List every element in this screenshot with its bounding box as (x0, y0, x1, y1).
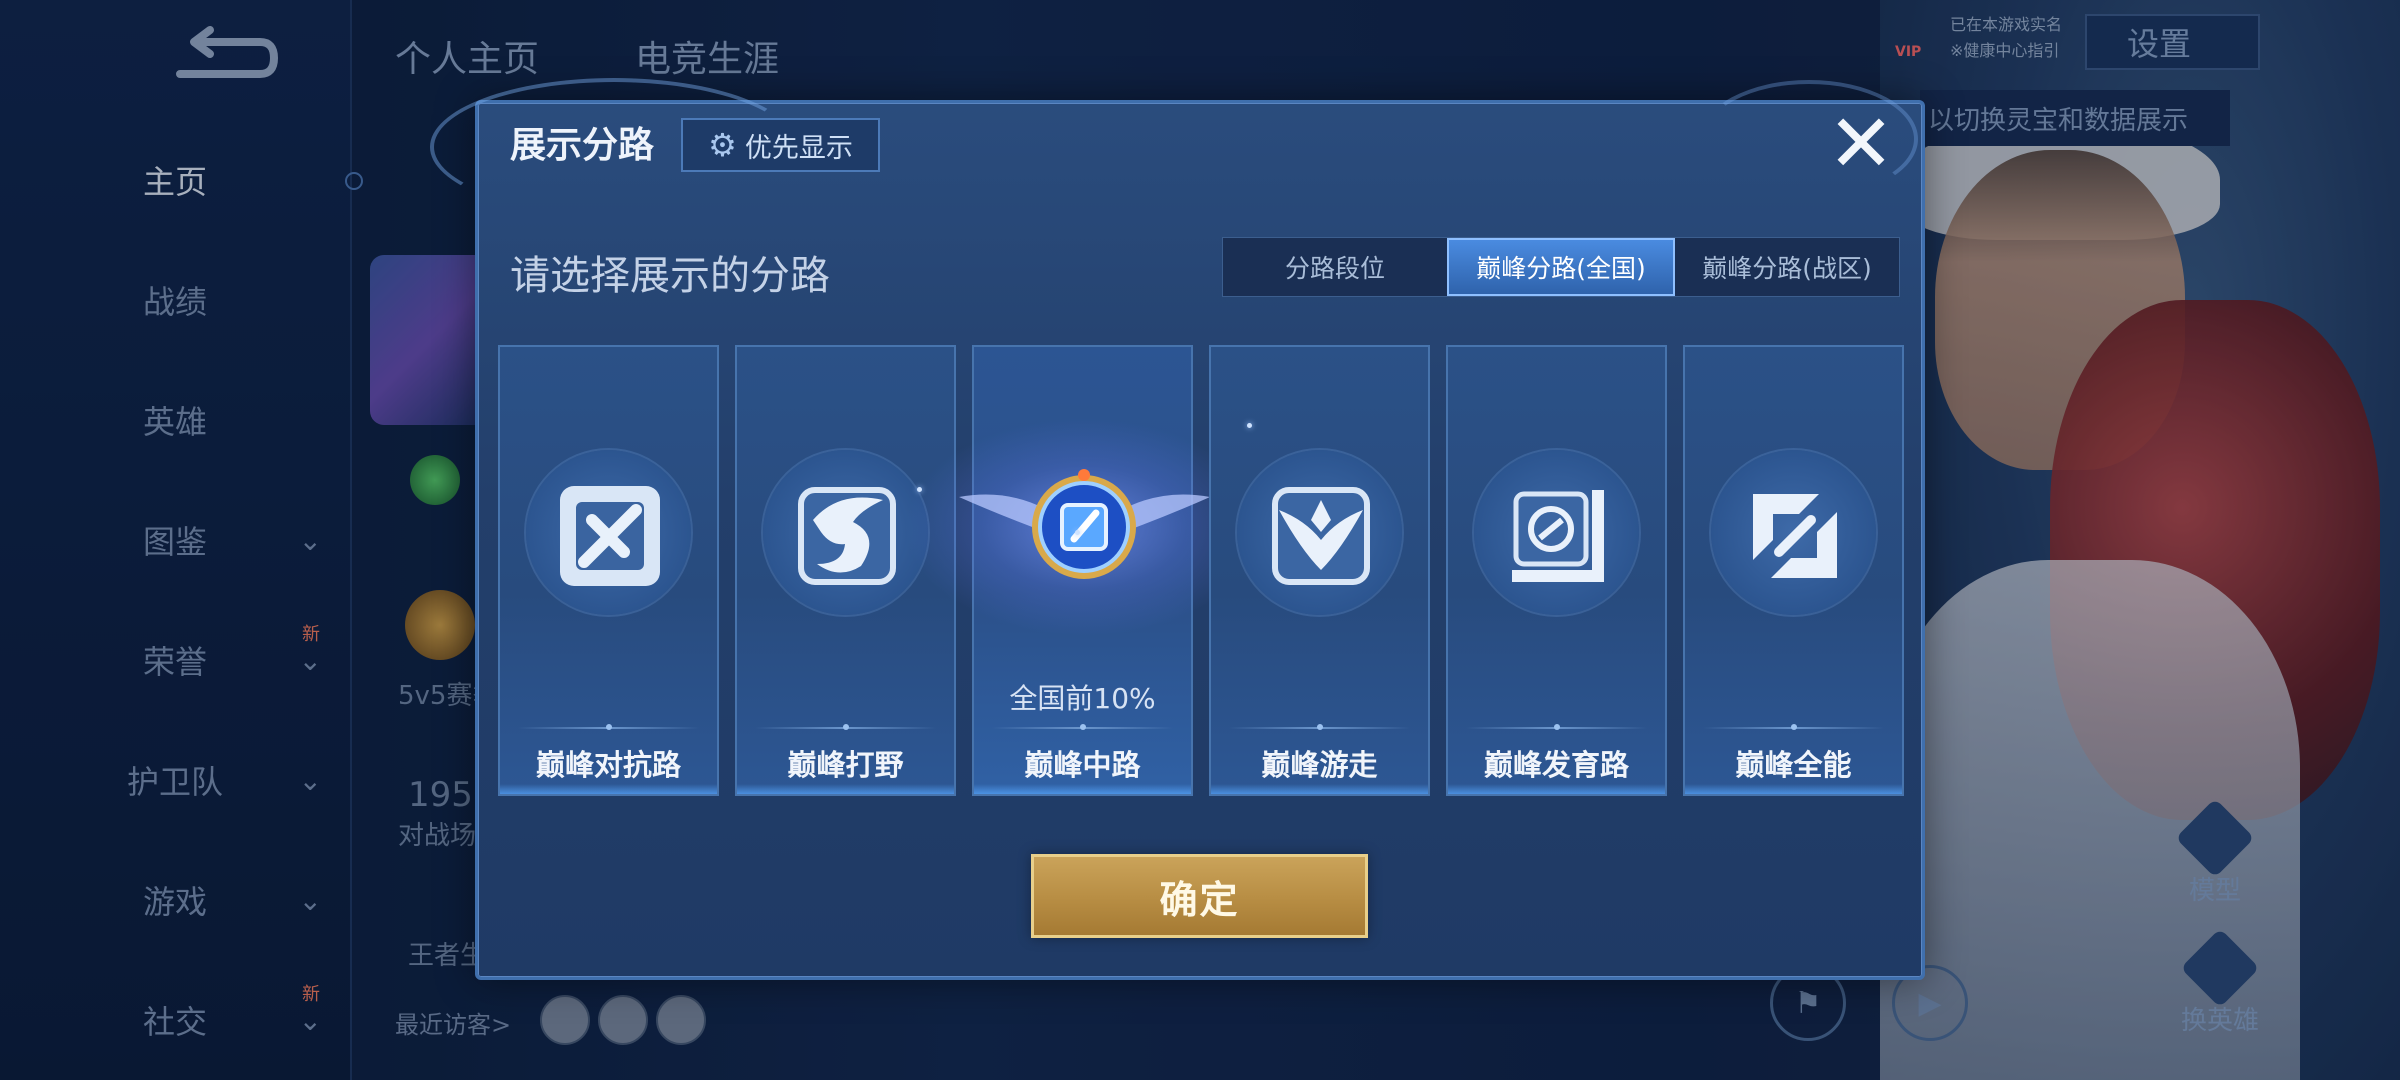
mid-lane-emblem-icon (1024, 467, 1144, 587)
tab-lane-rank[interactable]: 分路段位 (1223, 238, 1447, 296)
tab-peak-national[interactable]: 巅峰分路(全国) (1447, 238, 1675, 296)
lane-card-farm[interactable]: 巅峰发育路 (1446, 345, 1667, 796)
lane-name: 巅峰对抗路 (535, 748, 681, 782)
lane-tabs: 分路段位 巅峰分路(全国) 巅峰分路(战区) (1222, 237, 1900, 297)
lane-name: 巅峰发育路 (1483, 748, 1629, 782)
lane-card-allround[interactable]: 巅峰全能 (1683, 345, 1904, 796)
farm-lane-icon (1502, 480, 1614, 592)
lane-name: 巅峰游走 (1261, 748, 1378, 782)
rank-text: 全国前10% (1009, 682, 1156, 715)
roam-wings-icon (1265, 480, 1377, 592)
jungle-dragon-icon (791, 480, 903, 592)
gear-icon: ⚙ (708, 126, 737, 164)
sparkle (917, 487, 922, 492)
close-icon[interactable]: ✕ (1825, 104, 1897, 184)
lane-name: 巅峰全能 (1735, 748, 1852, 782)
sparkle (1247, 423, 1252, 428)
priority-display-button[interactable]: ⚙ 优先显示 (681, 118, 880, 172)
sparkle (1075, 530, 1080, 535)
lane-card-roam[interactable]: 巅峰游走 (1209, 345, 1430, 796)
clash-lane-icon (554, 480, 666, 592)
all-round-icon (1739, 480, 1851, 592)
tab-peak-region[interactable]: 巅峰分路(战区) (1675, 238, 1899, 296)
lane-card-clash[interactable]: 巅峰对抗路 (498, 345, 719, 796)
confirm-button[interactable]: 确定 (1031, 854, 1368, 938)
lane-select-prompt: 请选择展示的分路 (510, 253, 830, 299)
modal-title: 展示分路 (510, 125, 655, 166)
lane-name: 巅峰打野 (787, 748, 904, 782)
lane-name: 巅峰中路 (1024, 748, 1141, 782)
lane-card-mid[interactable]: 全国前10% 巅峰中路 (904, 345, 1264, 796)
